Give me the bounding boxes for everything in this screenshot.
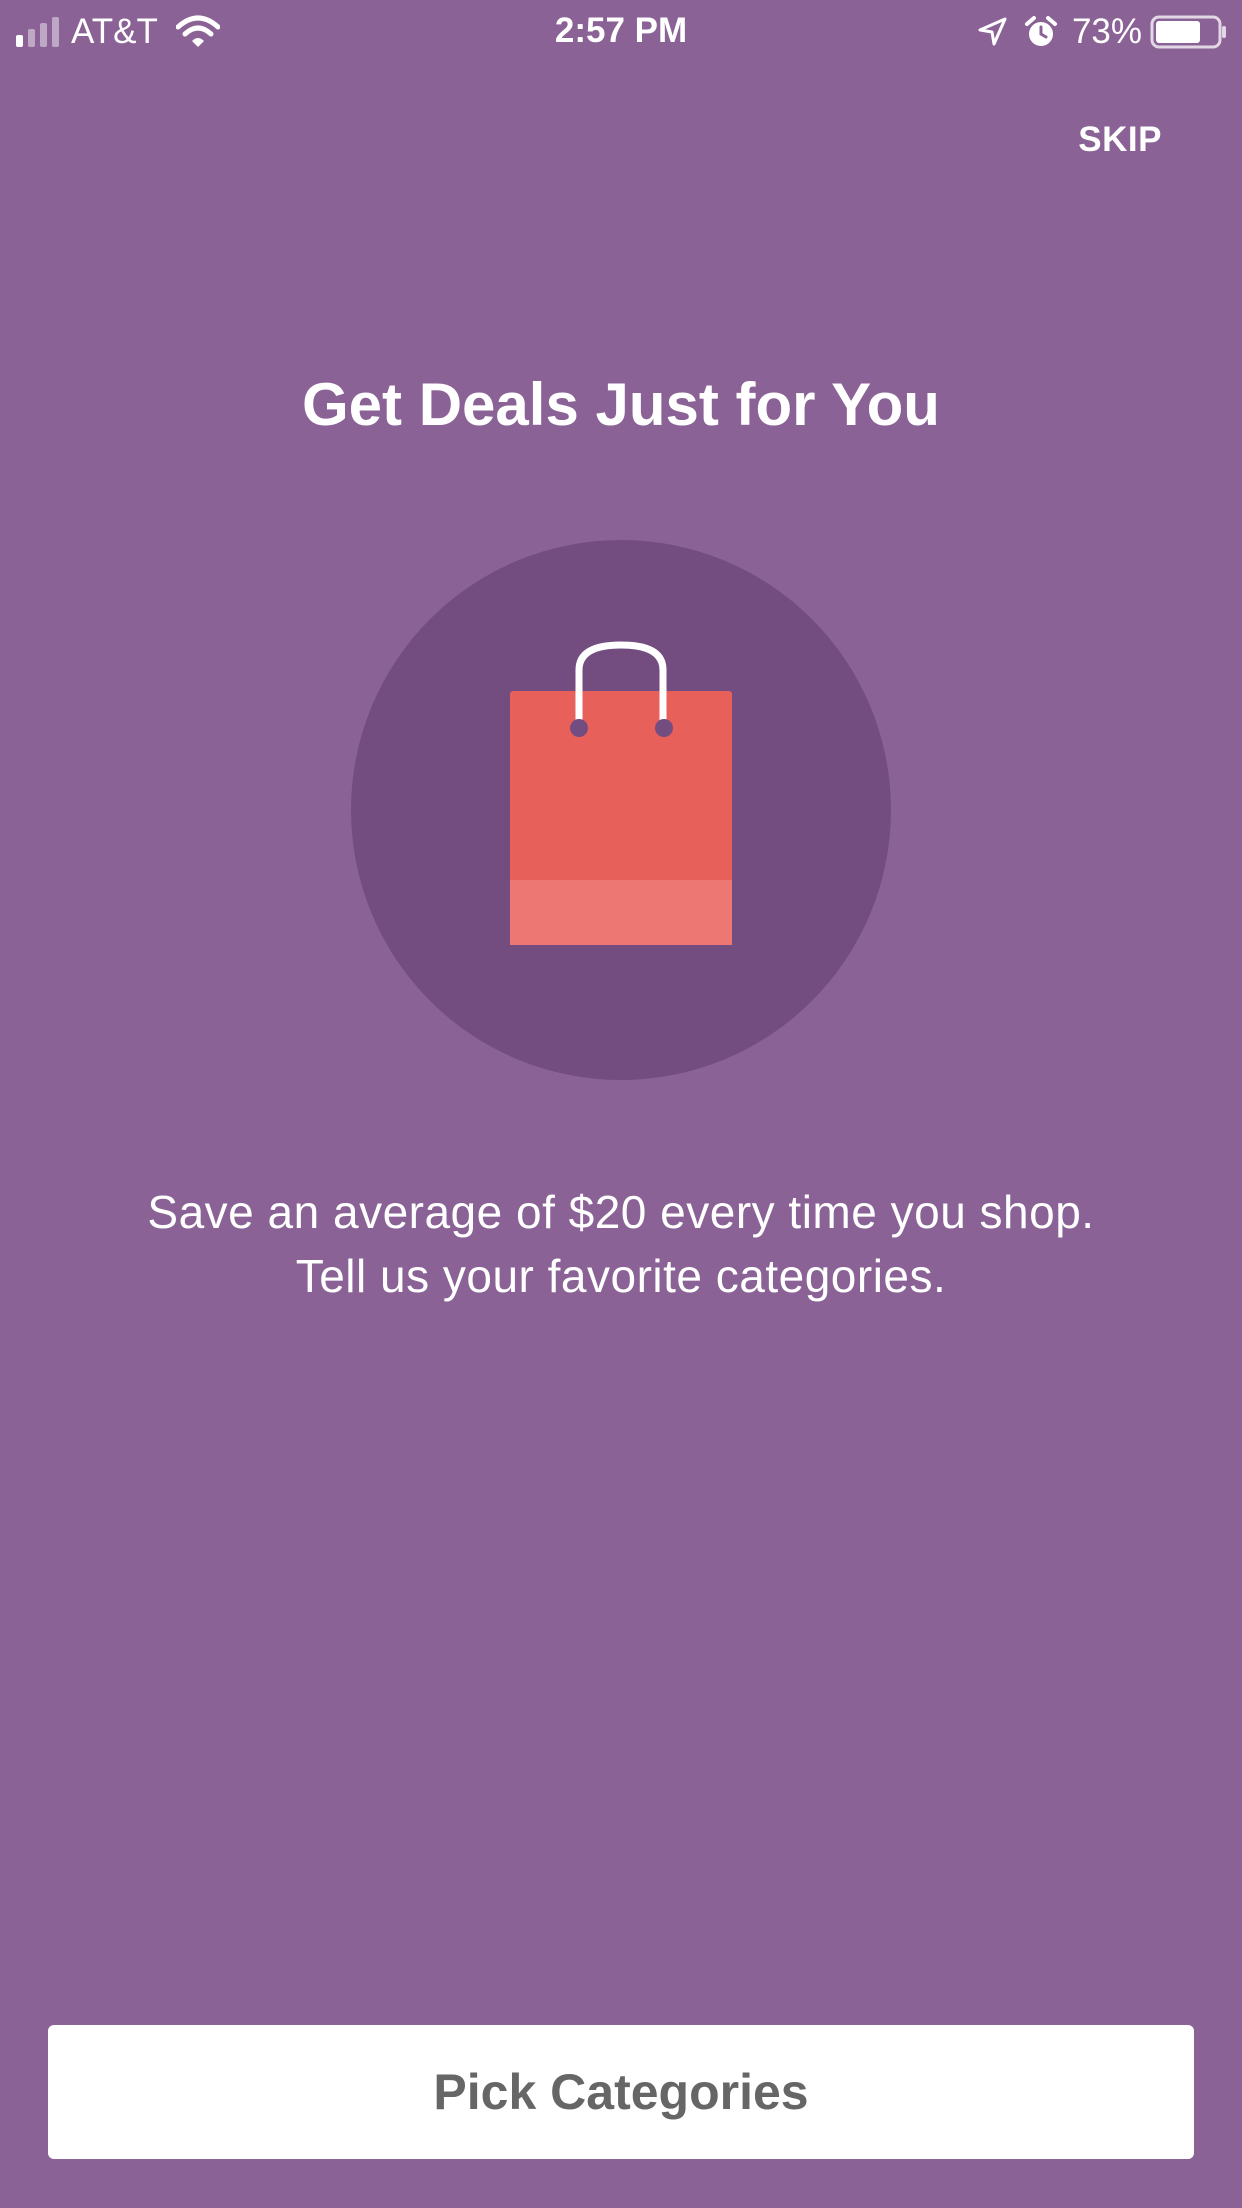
page-title: Get Deals Just for You xyxy=(302,371,940,438)
status-bar-right: 73% xyxy=(976,12,1228,52)
status-bar: AT&T 2:57 PM 73% xyxy=(0,0,1242,62)
location-arrow-icon xyxy=(978,17,1007,46)
subtitle-line-2: Tell us your favorite categories. xyxy=(295,1250,947,1302)
subtitle: Save an average of $20 every time you sh… xyxy=(60,1180,1182,1308)
pick-categories-button[interactable]: Pick Categories xyxy=(48,2025,1194,2159)
alarm-icon xyxy=(1024,16,1057,46)
battery-percent: 73% xyxy=(1071,12,1142,51)
skip-button[interactable]: SKIP xyxy=(1078,120,1162,160)
subtitle-line-1: Save an average of $20 every time you sh… xyxy=(147,1186,1095,1238)
battery-icon xyxy=(1150,15,1226,49)
hero-illustration xyxy=(351,540,891,1080)
